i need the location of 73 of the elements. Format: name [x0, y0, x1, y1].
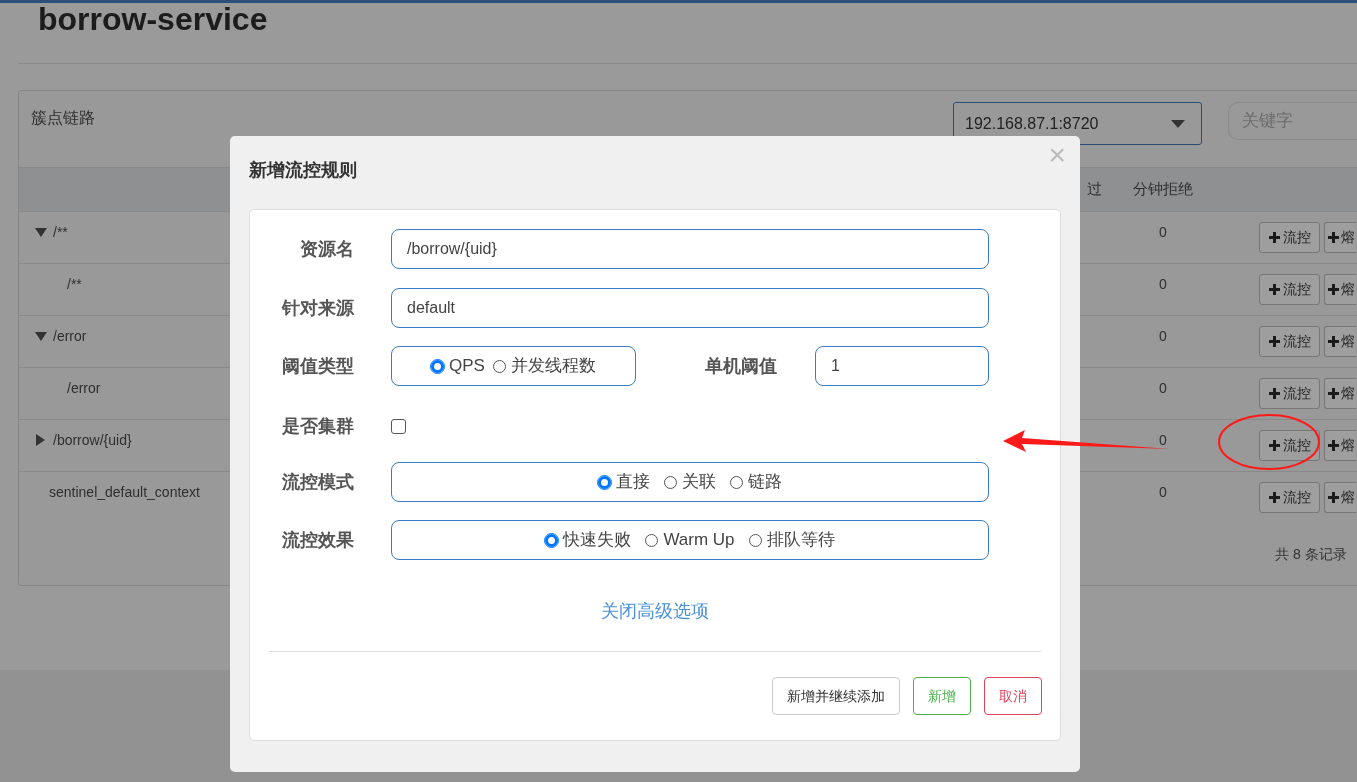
field-label: 单机阈值	[705, 354, 777, 378]
field-label: 流控效果	[282, 528, 354, 552]
table-cell-text: 0	[1159, 482, 1167, 502]
radio-button[interactable]	[545, 533, 559, 547]
resource-name: /**	[53, 222, 68, 242]
plus-icon	[1268, 492, 1280, 503]
dialog-title: 新增流控规则	[249, 159, 357, 182]
resource-name: /borrow/{uid}	[53, 430, 132, 450]
column-header: 过	[1087, 179, 1102, 200]
plus-icon	[1268, 388, 1280, 399]
radio-button[interactable]	[730, 475, 743, 489]
text-field[interactable]: /borrow/{uid}	[391, 229, 989, 269]
degrade-button[interactable]: 熔	[1324, 326, 1356, 357]
dialog-button[interactable]: 新增并继续添加	[772, 677, 900, 715]
column-header: 分钟拒绝	[1133, 179, 1193, 200]
flow-control-button[interactable]: 流控	[1259, 222, 1320, 253]
resource-name: /**	[67, 274, 82, 294]
flow-control-button[interactable]: 流控	[1259, 274, 1320, 305]
plus-icon	[1268, 232, 1280, 243]
option-label: 并发线程数	[510, 355, 596, 378]
plus-icon	[1268, 284, 1280, 295]
option-label: QPS	[449, 355, 485, 378]
table-cell-text: 0	[1159, 378, 1167, 398]
caret-icon	[1171, 119, 1185, 128]
degrade-button[interactable]: 熔	[1324, 482, 1356, 513]
text-field[interactable]: default	[391, 288, 989, 328]
table-cell-text: 0	[1159, 326, 1167, 346]
field-label: 资源名	[300, 237, 354, 261]
flow-control-button[interactable]: 流控	[1259, 378, 1320, 409]
field-label: 阈值类型	[282, 354, 354, 378]
option-label: 直接	[616, 471, 650, 494]
option-label: 关联	[682, 471, 716, 494]
field-label: 是否集群	[282, 414, 354, 438]
degrade-button[interactable]: 熔	[1324, 378, 1356, 409]
radio-button[interactable]	[492, 359, 506, 373]
radio-button[interactable]	[431, 359, 445, 373]
flow-control-button[interactable]: 流控	[1259, 482, 1320, 513]
advanced-options-link[interactable]: 关闭高级选项	[601, 598, 709, 625]
degrade-button[interactable]: 熔	[1324, 222, 1356, 253]
radio-button[interactable]	[748, 533, 762, 547]
dialog-button[interactable]: 取消	[984, 677, 1042, 715]
plus-icon	[1268, 336, 1280, 347]
radio-button[interactable]	[664, 475, 677, 489]
option-label: 快速失败	[563, 529, 632, 552]
threshold-field[interactable]: 1	[815, 346, 989, 386]
field-label: 针对来源	[282, 296, 354, 320]
option-label: 链路	[748, 471, 782, 494]
table-cell-text: 0	[1159, 430, 1167, 450]
cluster-checkbox[interactable]	[391, 418, 406, 434]
flow-control-button[interactable]: 流控	[1259, 430, 1320, 461]
flow-control-button[interactable]: 流控	[1259, 326, 1320, 357]
page-title: borrow-service	[38, 3, 268, 35]
plus-icon	[1328, 336, 1339, 347]
degrade-button[interactable]: 熔	[1324, 274, 1356, 305]
plus-icon	[1328, 440, 1339, 451]
radio-button[interactable]	[598, 475, 611, 489]
plus-icon	[1328, 388, 1339, 399]
plus-icon	[1328, 284, 1339, 295]
degrade-button[interactable]: 熔	[1324, 430, 1356, 461]
option-label: 排队等待	[766, 529, 835, 552]
table-cell-text: 0	[1159, 274, 1167, 294]
plus-icon	[1328, 492, 1339, 503]
option-label: Warm Up	[663, 529, 735, 552]
radio-button[interactable]	[645, 533, 659, 547]
record-count: 共 8 条记录	[1275, 544, 1347, 564]
resource-name: /error	[53, 326, 87, 346]
plus-icon	[1328, 232, 1339, 243]
field-label: 流控模式	[282, 470, 354, 494]
resource-name: sentinel_default_context	[49, 482, 200, 502]
table-cell-text: 0	[1159, 222, 1167, 242]
panel-title: 簇点链路	[31, 108, 95, 128]
plus-icon	[1268, 440, 1280, 451]
resource-name: /error	[67, 378, 101, 398]
